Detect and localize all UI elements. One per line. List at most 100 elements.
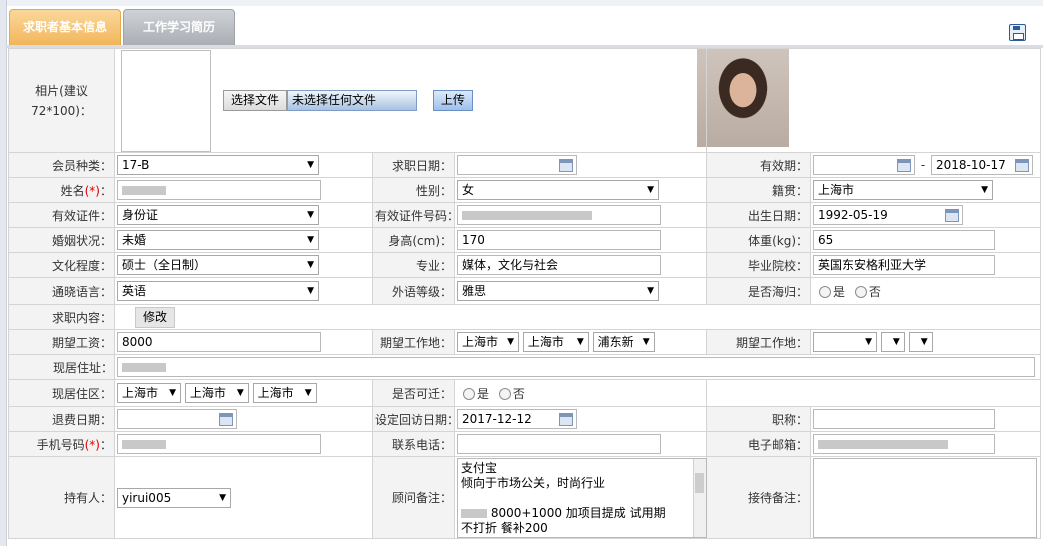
save-icon[interactable] xyxy=(1009,24,1026,41)
edit-job-content-button[interactable]: 修改 xyxy=(135,306,176,328)
weight-input[interactable]: 65 xyxy=(813,230,996,250)
chevron-down-icon: ▼ xyxy=(169,388,176,398)
phone-label: 联系电话： xyxy=(372,431,455,457)
native-place-value: 上海市 xyxy=(818,183,855,197)
chevron-down-icon: ▼ xyxy=(219,492,226,503)
chevron-down-icon: ▼ xyxy=(892,337,900,347)
work-location-2-province-select[interactable]: ▼ xyxy=(813,332,878,352)
advisor-note-label: 顾问备注： xyxy=(372,456,455,539)
member-type-label: 会员种类： xyxy=(8,152,115,178)
work-province-select[interactable]: 上海市 ▼ xyxy=(457,332,519,352)
gender-label: 性别： xyxy=(372,177,455,203)
birth-date-input[interactable]: 1992-05-19 xyxy=(813,205,964,225)
chevron-down-icon: ▼ xyxy=(507,337,514,347)
empty-cell xyxy=(706,379,1042,407)
phone-input[interactable] xyxy=(457,434,661,454)
marital-select[interactable]: 未婚 ▼ xyxy=(117,230,319,250)
language-label: 通晓语言： xyxy=(8,277,115,305)
school-input[interactable]: 英国东安格利亚大学 xyxy=(813,255,996,275)
name-input[interactable] xyxy=(117,180,321,200)
salary-input[interactable]: 8000 xyxy=(117,332,321,352)
form-row: 姓名(*)： 性别： 女 ▼ 籍贯： 上海市 ▼ xyxy=(8,177,1042,203)
address-label: 现居住址： xyxy=(8,354,115,380)
form-row: 有效证件： 身份证 ▼ 有效证件号码： 出生日期： 1992-05-19 xyxy=(8,202,1042,228)
tab-work-study-resume[interactable]: 工作学习简历 xyxy=(123,9,235,47)
mobile-label-text: 手机号码 xyxy=(36,437,85,452)
relocate-no-radio[interactable] xyxy=(498,388,511,400)
form-row: 文化程度： 硕士（全日制） ▼ 专业： 媒体，文化与社会 毕业院校： 英国东安格利… xyxy=(8,252,1042,278)
chevron-down-icon: ▼ xyxy=(307,160,314,170)
note-line: 8000+1000 加项目提成 试用期 xyxy=(490,505,666,520)
work-city-value: 上海市 xyxy=(527,335,564,349)
major-input[interactable]: 媒体，文化与社会 xyxy=(457,255,661,275)
residence-province-value: 上海市 xyxy=(122,386,159,400)
language-level-label: 外语等级： xyxy=(372,277,455,305)
address-input[interactable] xyxy=(117,357,1035,377)
education-select[interactable]: 硕士（全日制） ▼ xyxy=(117,255,319,275)
residence-province-select[interactable]: 上海市 ▼ xyxy=(117,383,181,403)
work-location-2-city-select[interactable]: ▼ xyxy=(880,332,905,352)
refund-date-input[interactable] xyxy=(117,409,237,429)
note-line: 支付宝 xyxy=(461,460,498,475)
height-label: 身高(cm)： xyxy=(372,227,455,253)
applicant-photo xyxy=(697,49,790,147)
form-row: 会员种类： 17-B ▼ 求职日期： 有效期： - 2018-10-17 xyxy=(8,152,1042,178)
work-district-select[interactable]: 浦东新 ▼ xyxy=(592,332,655,352)
member-type-value: 17-B xyxy=(122,158,150,172)
advisor-note-textarea[interactable]: 支付宝 倾向于市场公关，时尚行业 8000+1000 加项目提成 试用期 不打折… xyxy=(457,457,707,538)
returnee-no-radio[interactable] xyxy=(854,286,867,298)
validity-to-input[interactable]: 2018-10-17 xyxy=(931,155,1034,175)
holder-select[interactable]: yirui005 ▼ xyxy=(117,487,231,508)
work-location-2-district-select[interactable]: ▼ xyxy=(908,332,933,352)
reception-note-textarea[interactable] xyxy=(813,457,1038,538)
holder-label: 持有人： xyxy=(8,456,115,539)
returnee-yes-radio[interactable] xyxy=(819,286,832,298)
gender-select[interactable]: 女 ▼ xyxy=(457,180,659,200)
calendar-icon[interactable] xyxy=(1015,159,1030,172)
residence-district-select[interactable]: 上海市 ▼ xyxy=(252,383,317,403)
tab-basic-info[interactable]: 求职者基本信息 xyxy=(9,9,121,47)
language-level-select[interactable]: 雅思 ▼ xyxy=(457,281,659,301)
job-title-input[interactable] xyxy=(813,409,996,429)
calendar-icon[interactable] xyxy=(559,413,573,426)
note-scrollbar[interactable] xyxy=(693,458,706,537)
photo-placeholder xyxy=(121,49,211,152)
marital-label: 婚姻状况： xyxy=(8,227,115,253)
residence-district-value: 上海市 xyxy=(257,386,294,400)
id-number-input[interactable] xyxy=(457,205,661,225)
height-input[interactable]: 170 xyxy=(457,230,661,250)
calendar-icon[interactable] xyxy=(559,159,573,172)
chevron-down-icon: ▼ xyxy=(304,388,312,398)
choose-file-button[interactable]: 选择文件 xyxy=(223,90,288,111)
mobile-input[interactable] xyxy=(117,434,321,454)
marital-value: 未婚 xyxy=(122,233,147,247)
chevron-down-icon: ▼ xyxy=(920,337,928,347)
email-input[interactable] xyxy=(813,434,996,454)
work-city-select[interactable]: 上海市 ▼ xyxy=(522,332,589,352)
chevron-down-icon: ▼ xyxy=(307,286,314,296)
relocate-yes-radio[interactable] xyxy=(463,388,475,400)
calendar-icon[interactable] xyxy=(219,413,233,426)
id-type-select[interactable]: 身份证 ▼ xyxy=(117,205,319,225)
revisit-date-input[interactable]: 2017-12-12 xyxy=(457,409,577,429)
relocate-label: 是否可迁： xyxy=(372,379,455,407)
validity-label: 有效期： xyxy=(706,152,812,178)
validity-from-input[interactable] xyxy=(813,155,916,175)
applicant-form: 相片(建议72*100)： 选择文件 未选择任何文件 上传 会员种类： 17-B ▼… xyxy=(8,48,1042,539)
validity-to-value: 2018-10-17 xyxy=(936,158,1006,172)
education-label: 文化程度： xyxy=(8,252,115,278)
calendar-icon[interactable] xyxy=(897,159,912,172)
residence-city-select[interactable]: 上海市 ▼ xyxy=(184,383,249,403)
member-type-select[interactable]: 17-B ▼ xyxy=(117,155,319,175)
native-place-select[interactable]: 上海市 ▼ xyxy=(813,180,994,200)
birth-date-label: 出生日期： xyxy=(706,202,812,228)
salary-label: 期望工资： xyxy=(8,329,115,355)
id-type-label: 有效证件： xyxy=(8,202,115,228)
job-date-input[interactable] xyxy=(457,155,577,175)
language-value: 英语 xyxy=(122,284,147,298)
form-row: 持有人： yirui005 ▼ 顾问备注： 支付宝 倾向于市场公关，时尚行业 80… xyxy=(8,456,1042,539)
upload-button[interactable]: 上传 xyxy=(432,90,473,111)
chevron-down-icon: ▼ xyxy=(307,260,314,270)
calendar-icon[interactable] xyxy=(945,209,960,222)
language-select[interactable]: 英语 ▼ xyxy=(117,281,319,301)
